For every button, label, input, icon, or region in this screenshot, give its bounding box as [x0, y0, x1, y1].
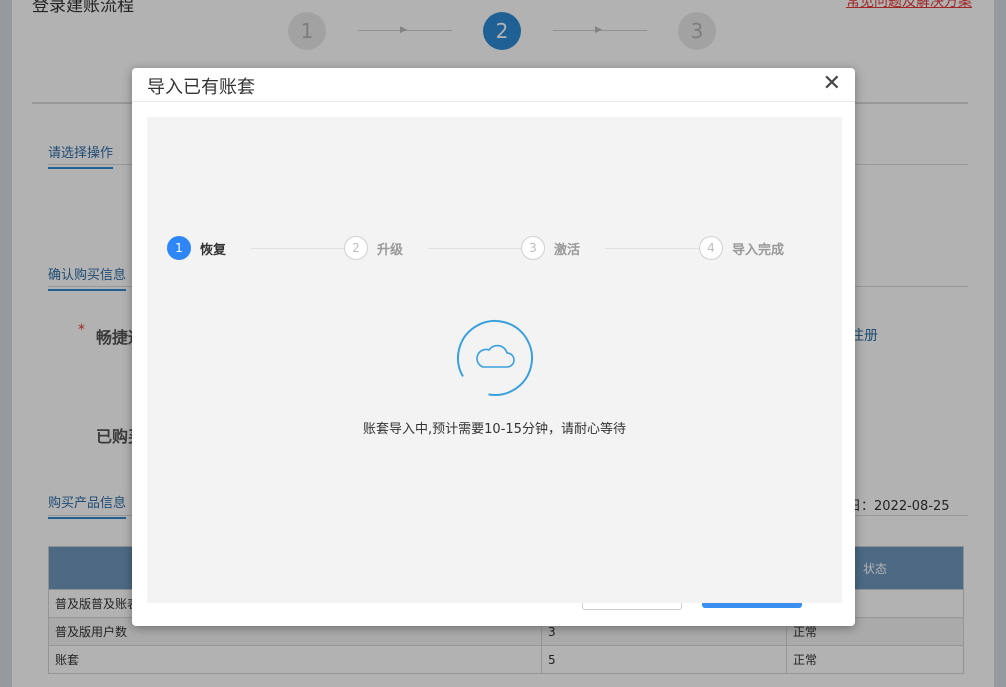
step-label: 升级: [377, 242, 404, 258]
modal-body: 1 恢复 2 升级 3 激活 4 导入完成 账套导入中,预计需要10-15分钟，…: [147, 117, 842, 603]
import-account-modal: 导入已有账套 ✕ 1 恢复 2 升级 3 激活 4 导入完成 账套导入中,预计需…: [132, 68, 855, 626]
step-connector: [251, 248, 345, 249]
step-complete: 4 导入完成: [699, 235, 784, 261]
step-number: 4: [699, 236, 723, 260]
step-restore: 1 恢复: [167, 235, 226, 261]
step-label: 恢复: [200, 242, 227, 258]
step-activate: 3 激活: [521, 235, 580, 261]
step-label: 导入完成: [732, 242, 785, 258]
step-connector: [428, 248, 522, 249]
step-upgrade: 2 升级: [344, 235, 403, 261]
step-number: 1: [167, 236, 191, 260]
modal-header: 导入已有账套 ✕: [132, 68, 855, 102]
step-number: 3: [521, 236, 545, 260]
modal-title: 导入已有账套: [147, 77, 255, 98]
step-connector: [605, 248, 699, 249]
loading-spinner: [456, 319, 534, 397]
cloud-icon: [457, 320, 533, 396]
loading-status-text: 账套导入中,预计需要10-15分钟，请耐心等待: [363, 422, 626, 437]
close-icon[interactable]: ✕: [823, 72, 841, 96]
step-number: 2: [344, 236, 368, 260]
step-label: 激活: [554, 242, 581, 258]
import-steps: 1 恢复 2 升级 3 激活 4 导入完成: [167, 235, 827, 261]
